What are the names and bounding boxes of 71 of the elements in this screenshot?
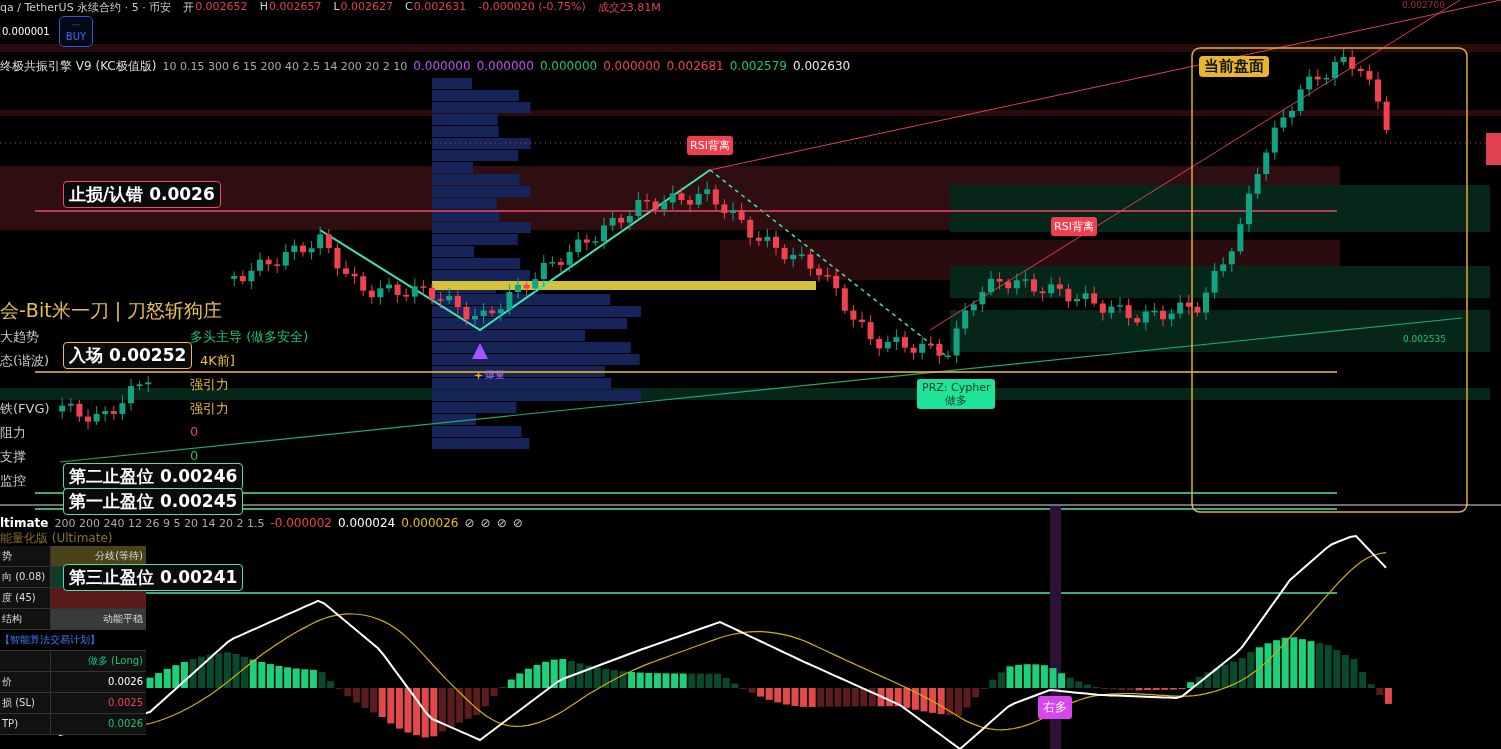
ohlc-value: 0.002657 bbox=[268, 0, 322, 15]
ohlc-label: L bbox=[333, 0, 340, 15]
indicator-value: 0.000024 bbox=[338, 516, 396, 530]
indicator-value: 0.002630 bbox=[792, 59, 851, 73]
dashboard-value: 0 bbox=[190, 424, 199, 439]
price-level-label: 入场 0.00252 bbox=[63, 342, 193, 369]
price-annotation: 0.002535 bbox=[1403, 334, 1446, 344]
indicator-params: 10 0.15 300 6 15 200 40 2.5 14 200 20 2 10 bbox=[162, 60, 408, 73]
dashboard-value: 强引力 bbox=[190, 400, 229, 418]
indicator-value: 0.000000 bbox=[539, 59, 598, 73]
ohlc-label: H bbox=[259, 0, 268, 15]
dashboard-value: 强引力 bbox=[190, 376, 229, 394]
rsi-divergence-tag: RSI背离 bbox=[1051, 217, 1097, 236]
price-change: -0.000020 (-0.75%) bbox=[478, 0, 586, 15]
table-cell: 结构 bbox=[0, 609, 51, 629]
dashboard-title: 会-Bit米一刀 | 刀怒斩狗庄 bbox=[0, 298, 223, 324]
buy-button[interactable]: ··· BUY bbox=[59, 16, 93, 47]
indicator-value: 0.002579 bbox=[729, 59, 787, 73]
ohlc-label: 开 bbox=[183, 0, 195, 15]
table-cell: 动能平稳 bbox=[51, 609, 146, 629]
price-level-label: 止损/认错 0.0026 bbox=[63, 181, 221, 208]
indicator-value: 0.000000 bbox=[476, 59, 534, 73]
current-market-label: 当前盘面 bbox=[1199, 56, 1269, 77]
ohlc-value: 0.002631 bbox=[413, 0, 467, 15]
table-cell: 价 bbox=[0, 672, 51, 692]
table-cell: 度 (45) bbox=[0, 588, 51, 608]
price-annotation: 0.002700 bbox=[1402, 0, 1445, 10]
symbol-title: qa / TetherUS 永续合约 · 5 · 币安 bbox=[0, 0, 172, 15]
indicator-params: 200 200 240 12 26 9 5 20 14 20 2 1.5 bbox=[54, 517, 265, 530]
pattern-tag: PRZ: Cypher 做多 bbox=[917, 379, 996, 410]
dashboard-label: 支撑 bbox=[0, 448, 26, 466]
dashboard-value: 4K前] bbox=[200, 352, 235, 370]
dashboard-label: 铁(FVG) bbox=[0, 400, 50, 418]
table-cell: 0.0026 bbox=[51, 672, 146, 692]
table-cell: 0.0025 bbox=[51, 693, 146, 713]
indicator-value: 0.000000 bbox=[603, 59, 661, 73]
empty-value-mark: ⊘ bbox=[480, 516, 491, 530]
indicator-name: 终极共振引擎 V9 (KC极值版) bbox=[0, 58, 157, 75]
price-level-label: 第三止盈位 0.00241 bbox=[63, 564, 244, 591]
table-cell: 做多 (Long) bbox=[51, 651, 146, 671]
indicator-value: -0.000002 bbox=[270, 516, 332, 530]
long-signal-tag: 右多 bbox=[1038, 696, 1072, 719]
indicator-value: 0.000000 bbox=[413, 59, 471, 73]
table-cell: 向 (0.08) bbox=[0, 567, 51, 587]
ohlc-label: C bbox=[405, 0, 413, 15]
dashboard-label: 态(谐波) bbox=[0, 352, 50, 370]
table-cell: 势 bbox=[0, 546, 51, 566]
dashboard-label: 阻力 bbox=[0, 424, 26, 442]
empty-value-mark: ⊘ bbox=[464, 516, 475, 530]
volume-value: 成交23.81M bbox=[597, 0, 661, 15]
indicator-name: ltimate bbox=[0, 516, 49, 530]
table-cell: 分歧(等待) bbox=[51, 546, 146, 566]
empty-value-mark: ⊘ bbox=[496, 516, 507, 530]
indicator-value: 0.000026 bbox=[401, 516, 459, 530]
ohlc-value: 0.002652 bbox=[195, 0, 248, 15]
panel-title: 能量化版 (Ultimate) bbox=[0, 531, 113, 545]
price-level-label: 第一止盈位 0.00245 bbox=[63, 488, 244, 515]
dashboard-value: 多头主导 (做多安全) bbox=[190, 328, 309, 346]
indicator-value: 0.002681 bbox=[666, 59, 724, 73]
dashboard-label: 监控 bbox=[0, 472, 26, 490]
empty-value-mark: ⊘ bbox=[512, 516, 523, 530]
price-step: 0.000001 bbox=[2, 26, 50, 37]
table-cell: 损 (SL) bbox=[0, 693, 51, 713]
price-level-label: 第二止盈位 0.00246 bbox=[63, 463, 244, 490]
rsi-divergence-tag: RSI背离 bbox=[687, 136, 733, 155]
plan-heading: 【智能算法交易计划】 bbox=[0, 633, 100, 647]
table-cell: TP) bbox=[0, 714, 51, 734]
ohlc-value: 0.002627 bbox=[340, 0, 394, 15]
table-cell: 0.0026 bbox=[51, 714, 146, 734]
dashboard-value: 0 bbox=[190, 448, 199, 463]
dashboard-label: 大趋势 bbox=[0, 328, 39, 346]
